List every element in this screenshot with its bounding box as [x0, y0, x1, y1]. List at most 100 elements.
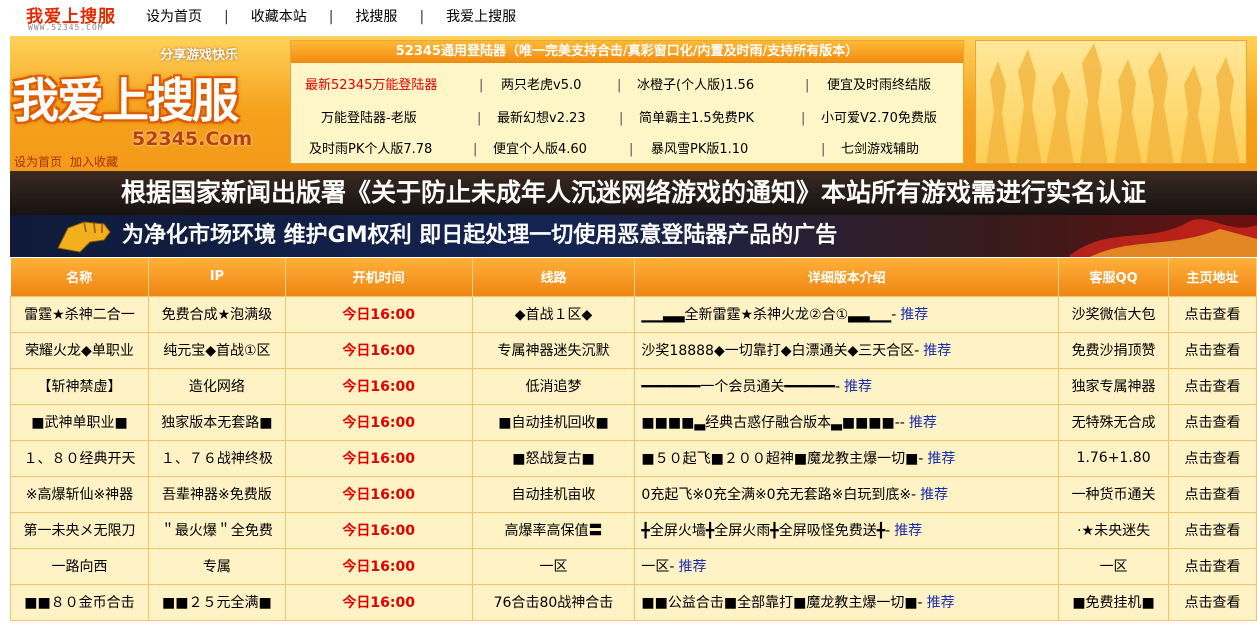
version-detail-cell[interactable]: 沙奖18888◆一切靠打◆白漂通关◆三天合区- 推荐 — [634, 331, 1060, 369]
separator: | — [801, 111, 806, 126]
service-qq-cell-text: 沙奖微信大包 — [1071, 307, 1156, 323]
site-name-link[interactable]: 我爱上搜服 — [446, 6, 516, 26]
homepage-link[interactable]: 点击查看 — [1168, 331, 1257, 369]
slogan: 分享游戏快乐 — [160, 48, 239, 63]
server-line-cell: 专属神器迷失沉默 — [471, 331, 636, 369]
server-name-cell[interactable]: 荣耀火龙◆单职业 — [10, 331, 149, 369]
column-header: 详细版本介绍 — [634, 258, 1060, 296]
homepage-link-text: 点击查看 — [1184, 343, 1241, 359]
version-detail-cell[interactable]: ▁▁▃▃全新雷霆★杀神火龙②合①▃▃▁▁- 推荐 — [634, 295, 1060, 333]
launcher-link[interactable]: 冰橙子(个人版)1.56 — [637, 69, 754, 102]
recommend-link[interactable]: 推荐 — [909, 415, 937, 431]
column-header: 线路 — [472, 258, 636, 296]
server-name-cell[interactable]: ■■８０金币合击 — [10, 583, 149, 621]
version-detail-cell-text: ■５０起飞■２００超神■魔龙教主爆一切■- — [641, 451, 924, 467]
server-name-cell[interactable]: ※高爆斩仙※神器 — [10, 475, 149, 513]
server-line-cell-text: 专属神器迷失沉默 — [497, 343, 610, 359]
recommend-link[interactable]: 推荐 — [678, 559, 706, 575]
bookmark-link[interactable]: 收藏本站 — [251, 6, 307, 26]
service-qq-cell-text: 1.76+1.80 — [1076, 450, 1151, 466]
launcher-link[interactable]: 七剑游戏辅助 — [841, 133, 919, 166]
homepage-link-text: 点击查看 — [1184, 487, 1241, 503]
launcher-link[interactable]: 便宜及时雨终结版 — [827, 69, 931, 102]
recommend-link[interactable]: 推荐 — [927, 595, 955, 611]
server-name-cell[interactable]: 雷霆★杀神二合一 — [10, 295, 149, 333]
column-header: 名称 — [10, 258, 149, 296]
version-detail-cell[interactable]: ■５０起飞■２００超神■魔龙教主爆一切■- 推荐 — [634, 439, 1060, 477]
launcher-link[interactable]: 两只老虎v5.0 — [501, 69, 581, 102]
server-name-cell[interactable]: 一路向西 — [10, 547, 149, 585]
recommend-link[interactable]: 推荐 — [920, 487, 948, 503]
recommend-link[interactable]: 推荐 — [894, 523, 922, 539]
server-line-cell: 自动挂机亩收 — [471, 475, 636, 513]
launcher-link[interactable]: 最新52345万能登陆器 — [305, 69, 437, 102]
open-time-cell: 今日16:00 — [284, 511, 473, 549]
table-row: １、８０经典开天 １、７６战神终极 今日16:00 ■怒战复古■ ■５０起飞■２００超神… — [10, 439, 1257, 477]
separator: | — [473, 142, 478, 157]
version-detail-cell[interactable]: 一区- 推荐 — [634, 547, 1060, 585]
homepage-link[interactable]: 点击查看 — [1168, 547, 1257, 585]
recommend-link[interactable]: 推荐 — [844, 379, 872, 395]
homepage-link[interactable]: 点击查看 — [1168, 439, 1257, 477]
homepage-link[interactable]: 点击查看 — [1168, 403, 1257, 441]
server-line-cell-text: 一区 — [539, 559, 568, 575]
flame-icon — [1070, 219, 1257, 257]
version-detail-cell-text: ■■■■▃经典古惑仔融合版本▃■■■■-- — [641, 415, 905, 431]
homepage-link-text: 点击查看 — [1184, 415, 1241, 431]
site-logo[interactable]: 我爱上搜服 WWW.52345.COM — [24, 2, 134, 32]
launcher-link[interactable]: 暴风雪PK版1.10 — [651, 133, 748, 166]
launcher-link[interactable]: 小可爱V2.70免费版 — [821, 102, 937, 135]
server-name-cell[interactable]: ■武神单职业■ — [10, 403, 149, 441]
homepage-link[interactable]: 点击查看 — [1168, 583, 1257, 621]
launcher-link[interactable]: 万能登陆器-老版 — [321, 102, 417, 135]
server-line-cell-text: 自动挂机亩收 — [511, 487, 596, 503]
launcher-link[interactable]: 最新幻想v2.23 — [497, 102, 586, 135]
launcher-link[interactable]: 及时雨PK个人版7.78 — [309, 133, 432, 166]
header-set-homepage-link[interactable]: 设为首页 — [14, 155, 62, 169]
launcher-link[interactable]: 简单霸主1.5免费PK — [639, 102, 754, 135]
server-name-cell-text: 荣耀火龙◆单职业 — [25, 343, 134, 359]
launcher-row: 及时雨PK个人版7.78 | 便宜个人版4.60 | 暴风雪PK版1.10 | … — [291, 133, 963, 166]
server-name-cell-text: ※高爆斩仙※神器 — [25, 487, 134, 503]
server-line-cell-text: 76合击80战神合击 — [493, 595, 614, 611]
homepage-link-text: 点击查看 — [1184, 559, 1241, 575]
version-detail-cell[interactable]: ■■公益合击■全部靠打■魔龙教主爆一切■- 推荐 — [634, 583, 1060, 621]
recommend-link[interactable]: 推荐 — [923, 343, 951, 359]
anti-malware-notice: 为净化市场环境 维护GM权利 即日起处理一切使用恶意登陆器产品的广告 — [10, 215, 1257, 257]
open-time-cell: 今日16:00 — [284, 583, 473, 621]
recommend-link[interactable]: 推荐 — [900, 307, 928, 323]
open-time-cell: 今日16:00 — [284, 475, 473, 513]
version-detail-cell-text: ■■公益合击■全部靠打■魔龙教主爆一切■- — [641, 595, 923, 611]
server-name-cell[interactable]: 第一未央メ无限刀 — [10, 511, 149, 549]
launcher-title: 52345通用登陆器（唯一完美支持合击/真彩窗口化/内置及时雨/支持所有版本） — [291, 41, 963, 63]
header-add-favorite-link[interactable]: 加入收藏 — [70, 155, 118, 169]
server-ip-cell-text: ＂最火爆＂全免费 — [160, 523, 273, 539]
server-name-cell-text: 雷霆★杀神二合一 — [24, 307, 135, 323]
homepage-link[interactable]: 点击查看 — [1168, 475, 1257, 513]
server-name-cell[interactable]: １、８０经典开天 — [10, 439, 149, 477]
server-name-cell[interactable]: 【斩神禁虚】 — [10, 367, 149, 405]
silhouette-banner — [975, 40, 1247, 164]
version-detail-cell[interactable]: 0充起飞※0充全满※0充无套路※白玩到底※- 推荐 — [634, 475, 1060, 513]
recommend-link[interactable]: 推荐 — [927, 451, 955, 467]
launcher-link[interactable]: 便宜个人版4.60 — [493, 133, 587, 166]
homepage-link[interactable]: 点击查看 — [1168, 295, 1257, 333]
service-qq-cell: ·★未央迷失 — [1058, 511, 1170, 549]
set-homepage-link[interactable]: 设为首页 — [146, 6, 202, 26]
homepage-link[interactable]: 点击查看 — [1168, 511, 1257, 549]
server-line-cell-text: ■怒战复古■ — [512, 451, 595, 467]
service-qq-cell-text: 免费沙捐顶赞 — [1071, 343, 1156, 359]
service-qq-cell: 一种货币通关 — [1058, 475, 1170, 513]
version-detail-cell[interactable]: ━━━━━━━一个会员通关━━━━━━- 推荐 — [634, 367, 1060, 405]
homepage-link[interactable]: 点击查看 — [1168, 367, 1257, 405]
table-row: 一路向西 专属 今日16:00 一区 一区- 推荐 一区 点击查看 — [10, 547, 1257, 585]
find-server-link[interactable]: 找搜服 — [355, 6, 397, 26]
header-banner: 分享游戏快乐 我爱上搜服 52345.Com 设为首页 加入收藏 52345通用登… — [10, 36, 1257, 171]
version-detail-cell[interactable]: ■■■■▃经典古惑仔融合版本▃■■■■-- 推荐 — [634, 403, 1060, 441]
service-qq-cell: ■免费挂机■ — [1058, 583, 1170, 621]
server-line-cell: ■怒战复古■ — [471, 439, 636, 477]
real-name-notice: 根据国家新闻出版署《关于防止未成年人沉迷网络游戏的通知》本站所有游戏需进行实名认… — [10, 171, 1257, 215]
top-nav: 我爱上搜服 WWW.52345.COM 设为首页 | 收藏本站 | 找搜服 | 我爱上搜服 — [0, 0, 1257, 34]
server-ip-cell-text: 纯元宝◆首战①区 — [163, 343, 271, 359]
version-detail-cell[interactable]: ╋全屏火墙╋全屏火雨╋全屏吸怪免费送╋- 推荐 — [634, 511, 1060, 549]
